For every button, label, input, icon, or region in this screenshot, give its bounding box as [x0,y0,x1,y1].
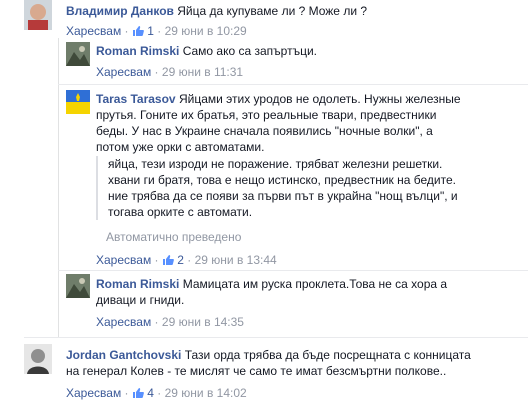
comment-author[interactable]: Jordan Gantchovski [66,348,181,362]
comment-text-line: диваци и гниди. [96,293,185,307]
comment-time[interactable]: 29 юни в 14:35 [162,315,244,329]
reply-thread-line [58,38,59,338]
avatar[interactable] [66,274,90,298]
comment-text-line: Мамицата им руска проклета.Това не са хо… [182,277,448,291]
separator: · [157,386,162,400]
comment-author[interactable]: Владимир Данков [66,4,174,18]
separator: · [154,65,159,79]
avatar[interactable] [66,90,90,114]
ukraine-flag-avatar-icon [66,90,90,114]
comment-text-line: потом уже орки с автоматами. [96,140,265,154]
comment-text-line: прутья. Гоните их братья, это реальные т… [96,108,437,122]
comment-time[interactable]: 29 юни в 14:02 [165,386,247,400]
translation-line: ние трябва да се появи за първи път в ук… [108,189,458,203]
like-button[interactable]: Харесвам [66,24,121,38]
translation-line: хвани ги братя, това е нещо истинско, пр… [108,173,456,187]
avatar-photo-icon [66,274,90,298]
comment-text-line: Яйцами этих уродов не одолеть. Нужны жел… [178,92,461,106]
translation-line: яйца, тези изроди не поражение. трябват … [108,157,443,171]
separator: · [187,253,192,267]
comment-author[interactable]: Taras Tarasov [96,92,176,106]
like-button[interactable]: Харесвам [96,315,151,329]
avatar[interactable] [24,344,52,374]
comment-author[interactable]: Roman Rimski [96,44,179,58]
translation-line: тогава орките с автомати. [108,205,253,219]
comment-text: Само ако са запъртъци. [182,44,317,58]
comment-time[interactable]: 29 юни в 10:29 [165,24,247,38]
like-button[interactable]: Харесвам [96,65,151,79]
comment-text-line: Тази орда трябва да бъде посрещната с ко… [184,348,471,362]
like-count[interactable]: 2 [177,253,184,267]
avatar[interactable] [66,42,90,66]
separator: · [157,24,162,38]
avatar-photo-icon [24,344,52,374]
thumbs-up-icon[interactable] [132,387,144,399]
like-count[interactable]: 4 [147,386,154,400]
divider [58,270,528,271]
like-button[interactable]: Харесвам [96,253,151,267]
like-count[interactable]: 1 [147,24,154,38]
separator: · [154,315,159,329]
auto-translated-note[interactable]: Автоматично преведено [106,229,241,245]
separator: · [124,386,129,400]
comment-text: Яйца да купуваме ли ? Може ли ? [177,4,368,18]
thumbs-up-icon[interactable] [162,254,174,266]
comment-text-line: беды. У нас в Украине сначала появились … [96,124,433,138]
avatar-photo-icon [66,42,90,66]
comment-time[interactable]: 29 юни в 13:44 [195,253,277,267]
like-button[interactable]: Харесвам [66,386,121,400]
avatar-photo-icon [24,0,52,30]
comment-time[interactable]: 29 юни в 11:31 [162,65,243,79]
comment-author[interactable]: Roman Rimski [96,277,179,291]
separator: · [154,253,159,267]
thumbs-up-icon[interactable] [132,25,144,37]
divider [24,337,528,338]
divider [58,84,528,85]
separator: · [124,24,129,38]
avatar[interactable] [24,0,52,30]
translation-block: яйца, тези изроди не поражение. трябват … [96,156,466,220]
comment-text-line: на генерал Колев - те мислят че само те … [66,364,447,378]
